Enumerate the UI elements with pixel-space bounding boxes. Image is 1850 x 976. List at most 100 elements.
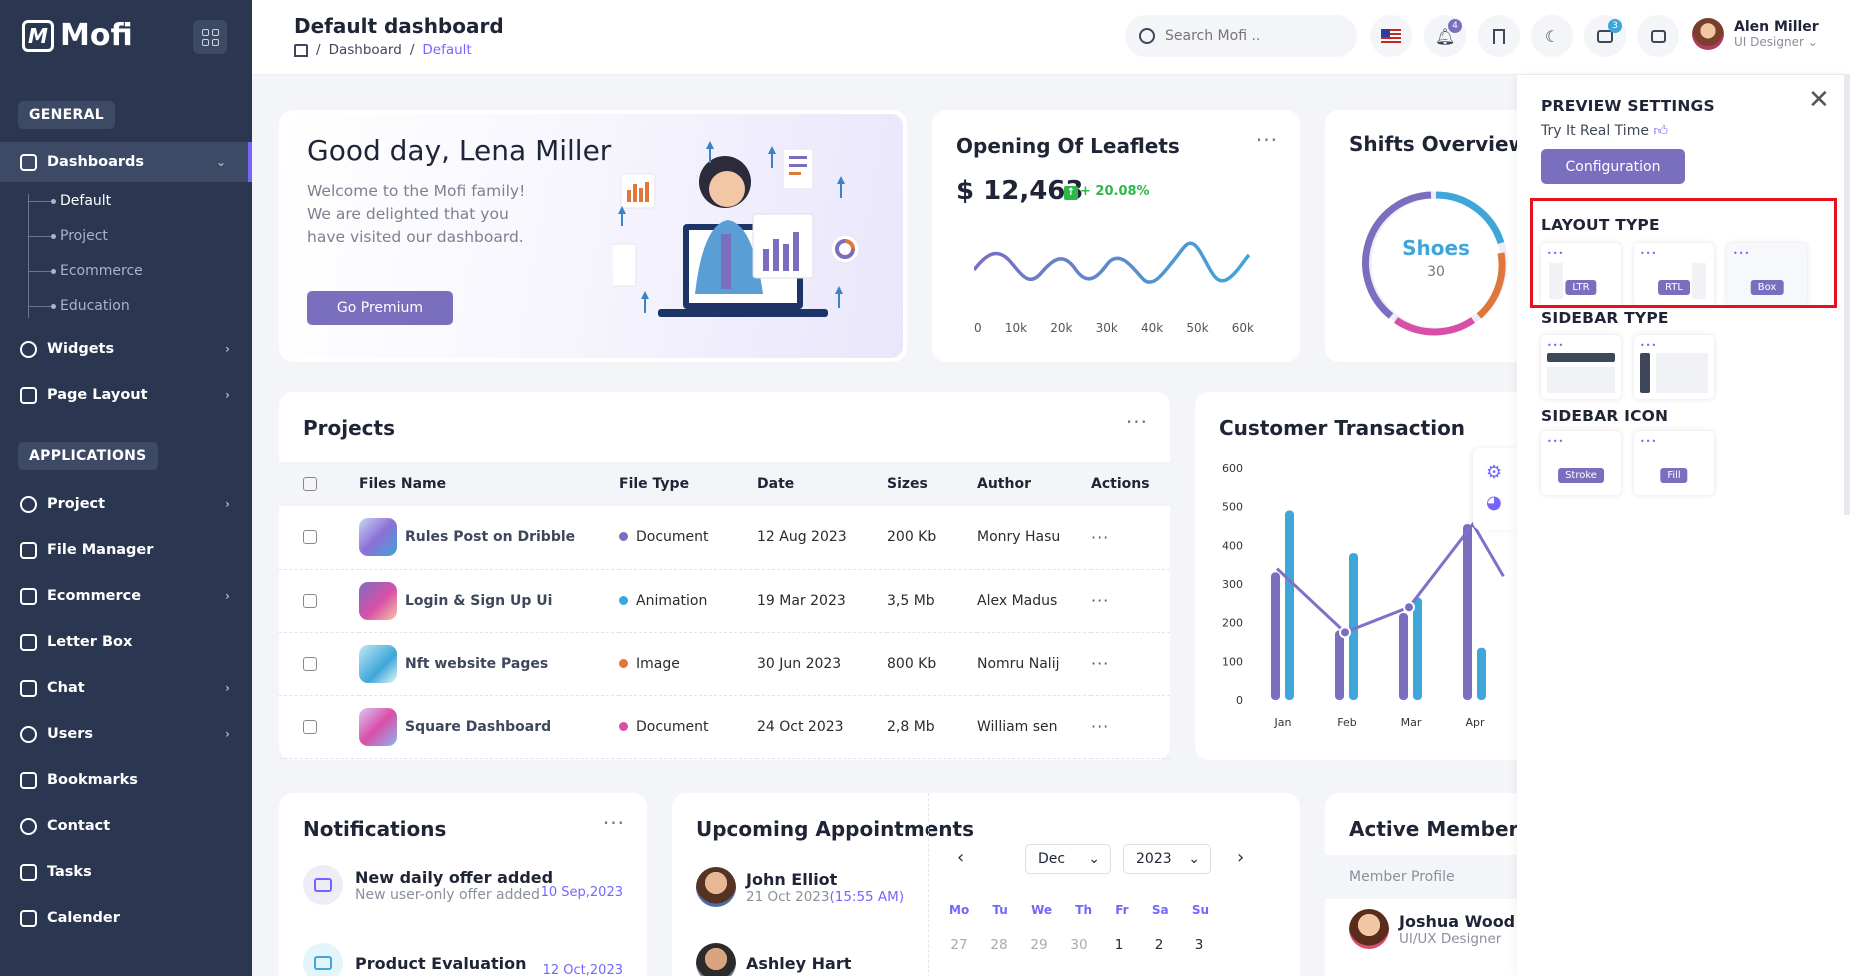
- messages-button[interactable]: 3: [1584, 15, 1626, 57]
- sidebar-item-chat[interactable]: Chat ›: [0, 668, 252, 708]
- calendar-day[interactable]: 27: [949, 937, 969, 953]
- sidebar-item-page-layout[interactable]: Page Layout ›: [0, 375, 252, 415]
- widgets-icon: [20, 340, 37, 358]
- chevron-down-icon: ⌄: [215, 155, 226, 169]
- file-name[interactable]: Square Dashboard: [405, 719, 551, 735]
- sidebar-item-dashboards[interactable]: Dashboards ⌄: [0, 142, 252, 182]
- brand-logo[interactable]: M Mofi: [22, 18, 133, 53]
- user-role: UI Designer: [1734, 35, 1804, 49]
- file-name[interactable]: Login & Sign Up Ui: [405, 593, 552, 609]
- palette-icon[interactable]: ◕: [1486, 492, 1502, 513]
- sidebar-item-label: Page Layout: [47, 387, 148, 403]
- sidebar-item-label: Ecommerce: [47, 588, 142, 604]
- sidebar-type-horizontal[interactable]: •••: [1541, 335, 1621, 399]
- user-profile[interactable]: Alen Miller UI Designer ⌄: [1692, 18, 1819, 50]
- col-actions: Actions: [1091, 462, 1170, 506]
- go-premium-button[interactable]: Go Premium: [307, 291, 453, 325]
- submenu-item-ecommerce[interactable]: Ecommerce: [28, 263, 143, 279]
- file-size: 800 Kb: [887, 632, 977, 696]
- submenu-item-education[interactable]: Education: [28, 298, 130, 314]
- customer-title: Customer Transaction: [1219, 416, 1466, 440]
- submenu-item-default[interactable]: Default: [28, 193, 111, 209]
- sidebar-item-project[interactable]: Project ›: [0, 484, 252, 524]
- dark-mode-button[interactable]: ☾: [1531, 15, 1573, 57]
- appointments-card: Upcoming Appointments John Elliot 21 Oct …: [672, 793, 1300, 976]
- row-actions-icon[interactable]: ···: [1091, 654, 1109, 673]
- bag-icon: [20, 587, 37, 605]
- sidebar-item-letter-box[interactable]: Letter Box: [0, 622, 252, 662]
- calendar-day[interactable]: 3: [1189, 937, 1209, 953]
- sidebar-item-contact[interactable]: Contact: [0, 806, 252, 846]
- table-row: Square Dashboard Document 24 Oct 2023 2,…: [279, 695, 1170, 759]
- list-item[interactable]: New daily offer added New user-only offer…: [303, 865, 553, 905]
- row-checkbox[interactable]: [303, 719, 317, 734]
- list-item[interactable]: Ashley Hart: [696, 943, 851, 976]
- search-input[interactable]: [1165, 28, 1335, 44]
- floating-toolbar: ⚙ ◕: [1473, 448, 1517, 530]
- sidebar-icon-fill[interactable]: ••• Fill: [1634, 431, 1714, 495]
- leaflets-growth: ↑ + 20.08%: [1064, 184, 1150, 200]
- panel-scrollbar[interactable]: [1844, 75, 1850, 515]
- list-item[interactable]: Joshua Wood UI/UX Designer: [1349, 909, 1515, 949]
- sidebar-item-label: Contact: [47, 818, 111, 834]
- month-select[interactable]: Dec ⌄: [1025, 844, 1111, 874]
- row-checkbox[interactable]: [303, 593, 317, 608]
- prev-month-icon[interactable]: ‹: [957, 847, 964, 868]
- calendar-day[interactable]: 30: [1069, 937, 1089, 953]
- home-icon[interactable]: [294, 43, 308, 57]
- sidebar-icon-stroke[interactable]: ••• Stroke: [1541, 431, 1621, 495]
- sidebar-item-bookmarks[interactable]: Bookmarks: [0, 760, 252, 800]
- configuration-button[interactable]: Configuration: [1541, 149, 1685, 184]
- sidebar-item-users[interactable]: Users ›: [0, 714, 252, 754]
- breadcrumb-dashboard[interactable]: Dashboard: [329, 42, 402, 58]
- line-point: [1339, 626, 1351, 639]
- chat-icon: [20, 679, 37, 697]
- sidebar-item-calender[interactable]: Calender: [0, 898, 252, 938]
- col-files-name: Files Name: [359, 462, 619, 506]
- sidebar-item-widgets[interactable]: Widgets ›: [0, 329, 252, 369]
- search-box[interactable]: [1125, 15, 1357, 57]
- select-all-checkbox[interactable]: [303, 477, 317, 491]
- gear-icon[interactable]: ⚙: [1486, 462, 1502, 483]
- member-role: UI/UX Designer: [1399, 930, 1502, 947]
- sidebar-item-ecommerce[interactable]: Ecommerce ›: [0, 576, 252, 616]
- leaflets-title: Opening Of Leaflets: [956, 134, 1180, 158]
- year-select[interactable]: 2023 ⌄: [1123, 844, 1211, 874]
- list-item[interactable]: Product Evaluation: [303, 943, 527, 976]
- bookmark-button[interactable]: [1478, 15, 1520, 57]
- page-title: Default dashboard: [294, 14, 504, 38]
- notifications-card: Notifications ··· New daily offer added N…: [279, 793, 647, 976]
- calendar-day[interactable]: 1: [1109, 937, 1129, 953]
- calendar-day[interactable]: 2: [1149, 937, 1169, 953]
- row-actions-icon[interactable]: ···: [1091, 528, 1109, 547]
- next-month-icon[interactable]: ›: [1237, 847, 1244, 868]
- more-options-icon[interactable]: ···: [603, 811, 625, 835]
- bookmark-icon: [20, 771, 37, 789]
- phone-icon: [20, 817, 37, 835]
- calendar-day[interactable]: 28: [989, 937, 1009, 953]
- file-name[interactable]: Rules Post on Dribble: [405, 529, 575, 545]
- bar: [1413, 597, 1422, 700]
- language-button[interactable]: [1370, 15, 1412, 57]
- cart-button[interactable]: [1637, 15, 1679, 57]
- close-icon[interactable]: ✕: [1808, 85, 1830, 115]
- submenu-item-project[interactable]: Project: [28, 228, 108, 244]
- file-author: Nomru Nalij: [977, 632, 1091, 696]
- y-tick-label: 600: [1222, 462, 1243, 475]
- file-date: 30 Jun 2023: [757, 632, 887, 696]
- more-options-icon[interactable]: ···: [1256, 128, 1278, 152]
- row-checkbox[interactable]: [303, 530, 317, 545]
- list-item[interactable]: John Elliot 21 Oct 2023(15:55 AM): [696, 867, 904, 907]
- grid-toggle-button[interactable]: [193, 20, 227, 54]
- row-actions-icon[interactable]: ···: [1091, 717, 1109, 736]
- row-actions-icon[interactable]: ···: [1091, 591, 1109, 610]
- sidebar-item-file-manager[interactable]: File Manager: [0, 530, 252, 570]
- sidebar-type-vertical[interactable]: •••: [1634, 335, 1714, 399]
- sidebar-item-tasks[interactable]: Tasks: [0, 852, 252, 892]
- section-general: GENERAL: [18, 101, 115, 129]
- row-checkbox[interactable]: [303, 656, 317, 671]
- notification-button[interactable]: 🔔︎ 4: [1424, 15, 1466, 57]
- calendar-day[interactable]: 29: [1029, 937, 1049, 953]
- more-options-icon[interactable]: ···: [1126, 410, 1148, 434]
- file-name[interactable]: Nft website Pages: [405, 656, 548, 672]
